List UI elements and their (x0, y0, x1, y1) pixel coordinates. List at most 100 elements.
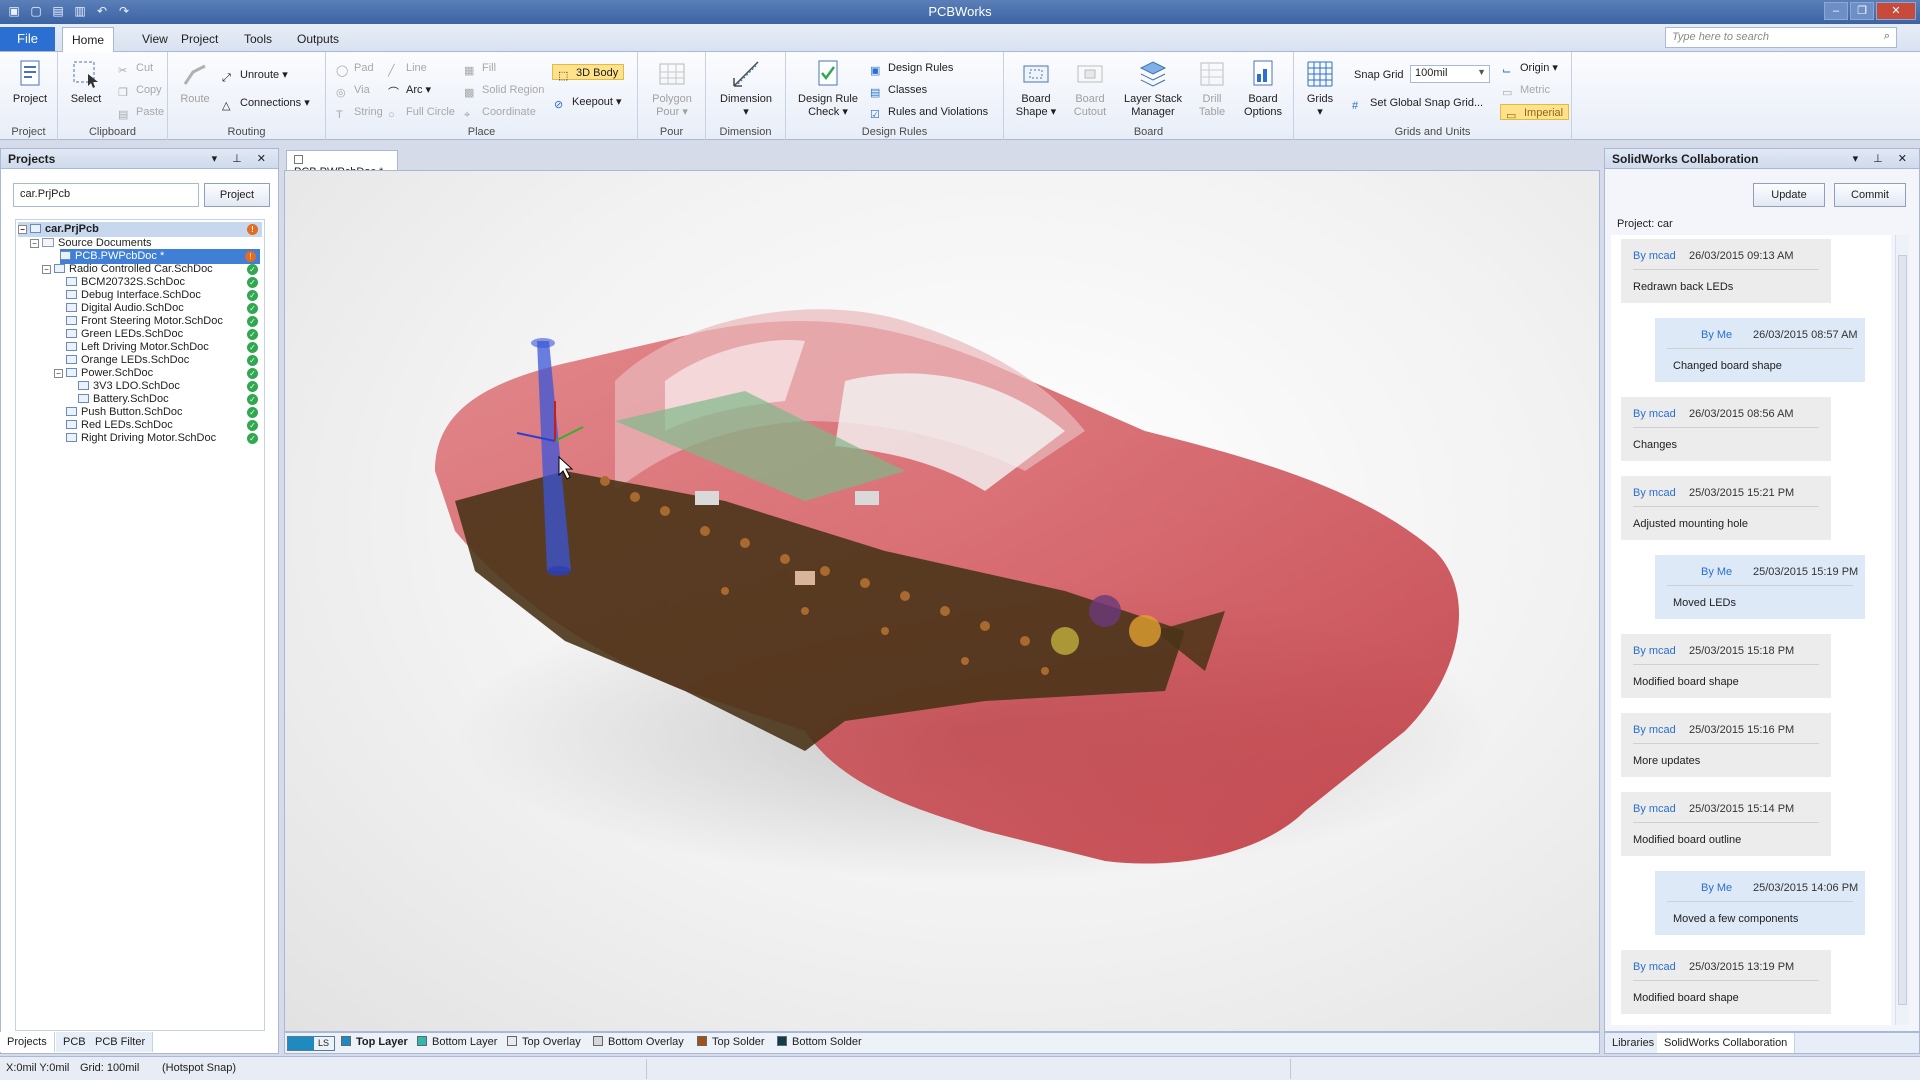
tab-libraries[interactable]: Libraries (1605, 1033, 1663, 1053)
commit-card[interactable]: By mcad 25/03/2015 15:18 PM Modified board… (1621, 634, 1831, 698)
project-button[interactable]: Project (10, 58, 50, 106)
tab-project[interactable]: Project (173, 30, 226, 48)
layer-bottom-overlay[interactable]: Bottom Overlay (593, 1036, 684, 1048)
coordinate-button[interactable]: ⌖ Coordinate (464, 104, 536, 121)
layer-bottom-solder[interactable]: Bottom Solder (777, 1036, 862, 1048)
board-shape-button[interactable]: Board Shape ▾ (1010, 58, 1062, 119)
snap-grid-label: Snap Grid (1354, 69, 1404, 81)
3d-viewport[interactable] (284, 170, 1600, 1032)
ok-icon: ✓ (247, 342, 258, 353)
tree-item-right[interactable]: Right Driving Motor.SchDoc ✓ (66, 431, 262, 446)
layer-bottom[interactable]: Bottom Layer (417, 1036, 497, 1048)
copy-button[interactable]: ❐ Copy (118, 82, 162, 99)
tab-projects[interactable]: Projects (0, 1032, 55, 1052)
collapse-icon[interactable]: − (54, 369, 63, 378)
string-button[interactable]: T String (336, 104, 383, 121)
set-global-snap-grid-button[interactable]: # Set Global Snap Grid... (1352, 95, 1483, 112)
chip-component (855, 491, 879, 505)
commit-card[interactable]: By mcad 25/03/2015 15:16 PM More updates (1621, 713, 1831, 777)
dimension-button[interactable]: Dimension ▾ (714, 58, 778, 119)
tab-pcb-filter[interactable]: PCB Filter (88, 1032, 154, 1052)
ok-icon: ✓ (247, 264, 258, 275)
ribbon: Project Project Select ✂ Cut ❐ Copy ▤ Paste… (0, 52, 1920, 140)
collapse-icon[interactable]: − (42, 265, 51, 274)
solid-region-button[interactable]: ▩ Solid Region (464, 82, 544, 99)
arc-button[interactable]: ⌒ Arc ▾ (388, 82, 431, 99)
commit-button[interactable]: Commit (1834, 183, 1906, 207)
document-tab-pcb[interactable]: PCB.PWPcbDoc * (286, 150, 398, 178)
minimize-button[interactable]: – (1824, 2, 1848, 20)
layer-top-overlay[interactable]: Top Overlay (507, 1036, 581, 1048)
ok-icon: ✓ (247, 316, 258, 327)
warning-icon: ! (245, 251, 256, 262)
design-rule-check-button[interactable]: Design Rule Check ▾ (796, 58, 860, 119)
layer-stack-icon (1139, 61, 1167, 87)
collapse-icon[interactable]: − (30, 239, 39, 248)
origin-button[interactable]: ⌙ Origin ▾ (1502, 60, 1558, 77)
paste-button[interactable]: ▤ Paste (118, 104, 164, 121)
commit-card[interactable]: By mcad 25/03/2015 13:19 PM Modified board… (1621, 950, 1831, 1014)
scrollbar-thumb[interactable] (1898, 255, 1907, 1005)
select-button[interactable]: Select (66, 58, 106, 106)
unroute-button[interactable]: ⤢ Unroute ▾ (222, 67, 288, 84)
metric-button[interactable]: ▭ Metric (1502, 82, 1550, 99)
layer-set-button[interactable]: LS (287, 1036, 335, 1051)
classes-button[interactable]: ▤ Classes (870, 82, 927, 99)
window-title: PCBWorks (928, 4, 992, 19)
tab-solidworks-collaboration[interactable]: SolidWorks Collaboration (1657, 1033, 1796, 1053)
full-circle-button[interactable]: ○ Full Circle (388, 104, 455, 121)
collapse-icon[interactable]: − (18, 225, 27, 234)
feed-scrollbar[interactable] (1895, 235, 1909, 1025)
project-dropdown-button[interactable]: Project (204, 183, 270, 207)
update-button[interactable]: Update (1753, 183, 1825, 207)
board-options-button[interactable]: Board Options (1238, 58, 1288, 119)
tab-home[interactable]: Home (62, 27, 115, 52)
line-button[interactable]: ╱ Line (388, 60, 427, 77)
panel-controls[interactable]: ▾ ⊥ ✕ (212, 152, 272, 165)
3d-body-button[interactable]: ⬚ 3D Body (552, 64, 625, 82)
commit-card[interactable]: By Me 25/03/2015 15:19 PM Moved LEDs (1655, 555, 1865, 619)
search-input[interactable]: Type here to search ⌕ (1665, 27, 1897, 48)
tab-file[interactable]: File (0, 27, 55, 51)
tab-view[interactable]: View (134, 30, 176, 48)
board-cutout-button[interactable]: Board Cutout (1066, 58, 1114, 119)
drc-icon (818, 60, 838, 86)
ok-icon: ✓ (247, 407, 258, 418)
layer-stack-manager-button[interactable]: Layer Stack Manager (1120, 58, 1186, 119)
keepout-button[interactable]: ⊘ Keepout ▾ (554, 94, 622, 111)
polygon-pour-button[interactable]: Polygon Pour ▾ (646, 58, 698, 119)
commit-card[interactable]: By mcad 25/03/2015 15:14 PM Modified board… (1621, 792, 1831, 856)
connections-button[interactable]: △ Connections ▾ (222, 95, 310, 112)
panel-controls[interactable]: ▾ ⊥ ✕ (1853, 152, 1913, 165)
layer-top-solder[interactable]: Top Solder (697, 1036, 765, 1048)
cut-button[interactable]: ✂ Cut (118, 60, 153, 77)
commit-card[interactable]: By Me 26/03/2015 08:57 AM Changed board sh… (1655, 318, 1865, 382)
commit-card[interactable]: By Me 25/03/2015 14:06 PM Moved a few comp… (1655, 871, 1865, 935)
tab-tools[interactable]: Tools (236, 30, 280, 48)
layer-top[interactable]: Top Layer (341, 1036, 408, 1048)
route-button[interactable]: Route (176, 58, 214, 106)
via-button[interactable]: ◎ Via (336, 82, 370, 99)
group-label-pour: Pour (659, 126, 684, 138)
snap-grid-select[interactable]: 100mil ▼ (1410, 65, 1490, 83)
close-button[interactable]: ✕ (1876, 2, 1916, 20)
commit-card[interactable]: By mcad 26/03/2015 08:56 AM Changes (1621, 397, 1831, 461)
design-rules-button[interactable]: ▣ Design Rules (870, 60, 953, 77)
grids-button[interactable]: Grids ▾ (1300, 58, 1340, 119)
restore-button[interactable]: ❐ (1850, 2, 1874, 20)
tab-outputs[interactable]: Outputs (289, 30, 347, 48)
search-icon[interactable]: ⌕ (1884, 30, 1890, 43)
chip-component (795, 571, 815, 585)
collaboration-panel: SolidWorks Collaboration ▾ ⊥ ✕ Update Co… (1604, 148, 1920, 1032)
pad-button[interactable]: ◯ Pad (336, 60, 374, 77)
project-field[interactable]: car.PrjPcb (13, 183, 199, 207)
fill-button[interactable]: ▦ Fill (464, 60, 496, 77)
drill-table-button[interactable]: Drill Table (1192, 58, 1232, 119)
tree-item-root[interactable]: − car.PrjPcb! (18, 222, 262, 237)
commit-card[interactable]: By mcad 26/03/2015 09:13 AM Redrawn back L… (1621, 239, 1831, 303)
ribbon-tab-row: File Home View Project Tools Outputs (0, 24, 1920, 52)
rules-violations-button[interactable]: ☑ Rules and Violations (870, 104, 988, 121)
commit-card[interactable]: By mcad 25/03/2015 15:21 PM Adjusted mount… (1621, 476, 1831, 540)
imperial-button[interactable]: ▭ Imperial (1500, 104, 1570, 122)
schematic-icon (54, 264, 65, 273)
